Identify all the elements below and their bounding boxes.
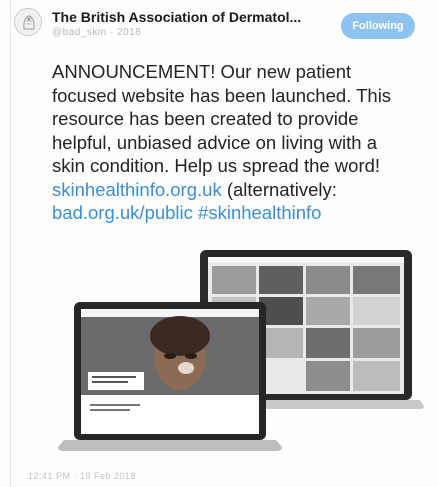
tweet-text-line: skin condition. Help us spread the word! bbox=[52, 155, 381, 176]
tweet-card: The British Association of Dermatol... @… bbox=[0, 0, 438, 487]
avatar[interactable] bbox=[14, 8, 42, 36]
account-handle: @bad_skin · 2018 bbox=[52, 27, 142, 38]
tweet-text-line: bad.org.uk/public #skinhealthinfo bbox=[52, 201, 430, 225]
tweet-media[interactable] bbox=[52, 244, 424, 462]
tweet-text-line: focused website has been launched. This bbox=[52, 84, 392, 106]
link-bad-public[interactable]: bad.org.uk/public bbox=[52, 202, 193, 223]
tweet-text-line: resource has been created to provide bbox=[52, 108, 359, 129]
laptop-front bbox=[58, 302, 282, 451]
tweet-text-line: helpful, unbiased advice on living with … bbox=[52, 131, 377, 153]
link-skinhealthinfo[interactable]: skinhealthinfo.org.uk bbox=[52, 179, 222, 200]
tweet-text: ANNOUNCEMENT! Our new patient focused we… bbox=[52, 60, 430, 225]
tweet-text-line: skinhealthinfo.org.uk (alternatively: bbox=[52, 178, 430, 202]
tweet-timestamp[interactable]: 12:41 PM · 19 Feb 2018 bbox=[28, 471, 136, 481]
laptops-image bbox=[58, 250, 424, 451]
crest-icon bbox=[16, 10, 41, 35]
tweet-text-fragment: (alternatively: bbox=[221, 178, 337, 200]
thread-rule bbox=[10, 0, 11, 487]
account-name[interactable]: The British Association of Dermatol... bbox=[52, 9, 301, 25]
hashtag-skinhealthinfo[interactable]: #skinhealthinfo bbox=[198, 202, 321, 223]
following-button[interactable]: Following bbox=[341, 13, 415, 39]
tweet-text-line: ANNOUNCEMENT! Our new patient bbox=[52, 61, 352, 82]
